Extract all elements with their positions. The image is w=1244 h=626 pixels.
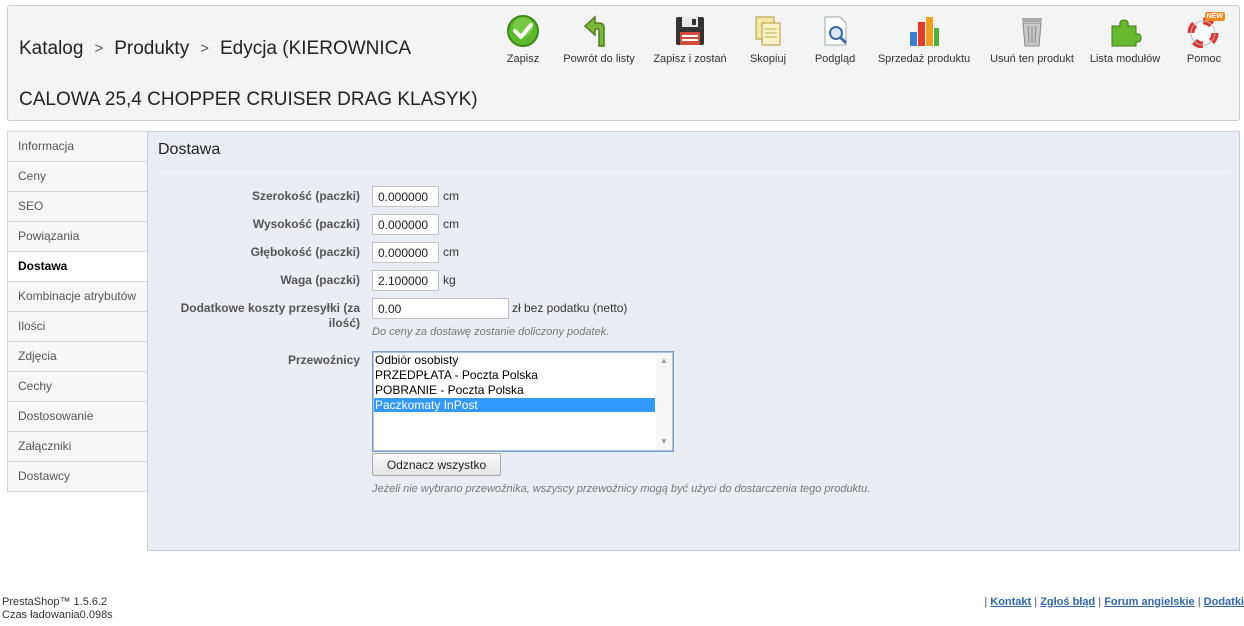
tab-images[interactable]: Zdjęcia (7, 342, 148, 372)
weight-input[interactable] (372, 270, 439, 291)
help-label: Pomoc (1186, 53, 1222, 65)
unselect-all-button[interactable]: Odznacz wszystko (372, 453, 501, 476)
footer-version: PrestaShop™ 1.5.6.2 (2, 596, 108, 608)
back-to-list-button[interactable]: Powrót do listy (561, 14, 637, 65)
extra-cost-label: Dodatkowe koszty przesyłki (za ilość) (180, 301, 360, 330)
footer-link-contact[interactable]: Kontakt (990, 596, 1031, 608)
shipping-panel: Dostawa Szerokość (paczki) cm Wysokość (… (147, 131, 1240, 551)
back-arrow-icon (582, 14, 616, 48)
preview-label: Podgląd (814, 53, 856, 65)
toolbar-box: Katalog > Produkty > Edycja (KIEROWNICA CALO… (7, 5, 1240, 121)
copy-label: Skopiuj (749, 53, 787, 65)
carrier-option-cod[interactable]: POBRANIE - Poczta Polska (374, 383, 655, 397)
save-check-icon (506, 14, 540, 48)
product-sales-label: Sprzedaż produktu (877, 53, 971, 65)
carriers-scrollbar[interactable]: ▲ ▼ (656, 353, 672, 450)
tab-information[interactable]: Informacja (7, 131, 148, 162)
tab-customization[interactable]: Dostosowanie (7, 402, 148, 432)
tab-associations[interactable]: Powiązania (7, 222, 148, 252)
footer-info: PrestaShop™ 1.5.6.2 Czas ładowania0.098s (2, 596, 113, 622)
carriers-label: Przewoźnicy (287, 353, 360, 367)
extra-cost-input[interactable] (372, 298, 509, 319)
depth-unit: cm (443, 245, 459, 259)
carriers-multiselect[interactable]: Odbiór osobisty PRZEDPŁATA - Poczta Pols… (372, 351, 674, 452)
scroll-up-icon[interactable]: ▲ (660, 357, 668, 365)
product-sales-button[interactable]: Sprzedaż produktu (874, 14, 974, 65)
footer-load-time: Czas ładowania0.098s (2, 609, 113, 621)
tab-prices[interactable]: Ceny (7, 162, 148, 192)
save-and-stay-label: Zapisz i zostań (653, 53, 727, 65)
footer-link-addons[interactable]: Dodatki (1204, 596, 1244, 608)
extra-cost-unit: zł bez podatku (netto) (512, 301, 628, 315)
tab-suppliers[interactable]: Dostawcy (7, 462, 148, 492)
panel-title: Dostawa (158, 141, 221, 158)
lifebuoy-icon: NEW (1187, 12, 1225, 49)
width-input[interactable] (372, 186, 439, 207)
save-and-stay-button[interactable]: Zapisz i zostań (650, 14, 730, 65)
width-label: Szerokość (paczki) (251, 189, 360, 203)
weight-unit: kg (443, 273, 456, 287)
scroll-down-icon[interactable]: ▼ (660, 438, 668, 446)
width-unit: cm (443, 189, 459, 203)
delete-product-button[interactable]: Usuń ten produkt (986, 14, 1078, 65)
toolbar: Zapisz Powrót do listy Zapisz i zostań S… (8, 12, 1239, 74)
new-badge: NEW (1204, 12, 1225, 21)
carrier-option-pickup[interactable]: Odbiór osobisty (374, 353, 655, 367)
height-unit: cm (443, 217, 459, 231)
bar-chart-icon (907, 14, 941, 48)
trash-bin-icon (1015, 14, 1049, 48)
tab-seo[interactable]: SEO (7, 192, 148, 222)
weight-label: Waga (paczki) (280, 273, 360, 287)
save-button[interactable]: Zapisz (495, 14, 551, 65)
product-tabs-sidebar: Informacja Ceny SEO Powiązania Dostawa K… (7, 131, 148, 492)
module-list-button[interactable]: Lista modułów (1088, 14, 1162, 65)
help-button[interactable]: NEW Pomoc (1182, 12, 1226, 65)
puzzle-icon (1108, 14, 1142, 48)
tab-quantities[interactable]: Ilości (7, 312, 148, 342)
tab-features[interactable]: Cechy (7, 372, 148, 402)
preview-button[interactable]: Podgląd (810, 14, 860, 65)
carriers-hint: Jeżeli nie wybrano przewoźnika, wszyscy … (372, 483, 871, 495)
extra-cost-hint: Do ceny za dostawę zostanie doliczony po… (372, 326, 610, 338)
tab-shipping[interactable]: Dostawa (7, 252, 148, 282)
carrier-option-inpost[interactable]: Paczkomaty InPost (374, 398, 655, 412)
tab-combinations[interactable]: Kombinacje atrybutów (7, 282, 148, 312)
footer-separator: | (1034, 596, 1038, 608)
preview-magnifier-icon (818, 14, 852, 48)
height-input[interactable] (372, 214, 439, 235)
depth-input[interactable] (372, 242, 439, 263)
footer-links: | Kontakt | Zgłoś błąd | Forum angielski… (984, 596, 1244, 608)
footer-link-report-bug[interactable]: Zgłoś błąd (1040, 596, 1095, 608)
footer-separator: | (1098, 596, 1102, 608)
floppy-disk-icon (673, 14, 707, 48)
footer-separator: | (1197, 596, 1201, 608)
footer-separator: | (984, 596, 988, 608)
carrier-option-prepaid[interactable]: PRZEDPŁATA - Poczta Polska (374, 368, 655, 382)
save-button-label: Zapisz (506, 53, 540, 65)
footer-link-forum[interactable]: Forum angielskie (1104, 596, 1194, 608)
height-label: Wysokość (paczki) (252, 217, 360, 231)
copy-button[interactable]: Skopiuj (746, 14, 790, 65)
copy-icon (751, 14, 785, 48)
delete-product-label: Usuń ten produkt (990, 53, 1074, 65)
tab-attachments[interactable]: Załączniki (7, 432, 148, 462)
depth-label: Głębokość (paczki) (250, 245, 360, 259)
module-list-label: Lista modułów (1089, 53, 1161, 65)
title-divider (158, 172, 1229, 173)
back-to-list-label: Powrót do listy (563, 53, 635, 65)
